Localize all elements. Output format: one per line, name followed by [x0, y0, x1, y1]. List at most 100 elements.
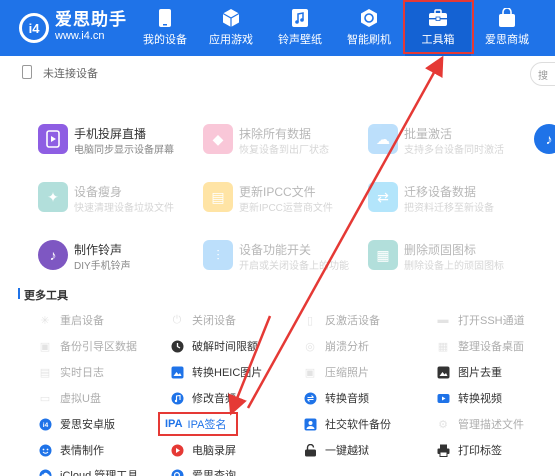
tool-label: 社交软件备份 [325, 419, 391, 431]
card-title: 抹除所有数据 [239, 127, 312, 141]
nav-label: 智能刷机 [347, 34, 391, 46]
image-icon [436, 365, 450, 379]
tool-crack-time-limit[interactable]: 破解时间限额 [170, 337, 258, 355]
tool-label: 一键越狱 [325, 445, 369, 457]
tool-convert-video[interactable]: 转换视频 [436, 389, 502, 407]
nav-my-device[interactable]: 我的设备 [132, 0, 198, 56]
shopping-bag-icon [496, 7, 518, 29]
tool-label: 转换视频 [458, 393, 502, 405]
music-note-partial-icon: ♪ [534, 124, 555, 154]
deactivate-icon: ▯ [306, 314, 314, 327]
tool-i4-query[interactable]: 爱思查询 [170, 466, 236, 476]
nav-label: 我的设备 [143, 34, 187, 46]
nav-label: 铃声壁纸 [278, 34, 322, 46]
card-title: 设备瘦身 [74, 185, 123, 199]
tool-label: 管理描述文件 [458, 419, 524, 431]
nav-ringtones-wallpapers[interactable]: 铃声壁纸 [267, 0, 333, 56]
query-icon [170, 468, 184, 476]
refresh-icon [358, 7, 380, 29]
nav-apps-games[interactable]: 应用游戏 [198, 0, 264, 56]
backup-icon: ▣ [39, 340, 51, 353]
tool-print-label[interactable]: 打印标签 [436, 441, 502, 459]
tool-virtual-usb[interactable]: ▭ 虚拟U盘 [38, 389, 101, 407]
card-update-ipcc[interactable]: ▤ 更新IPCC文件 更新IPCC运营商文件 [203, 180, 368, 220]
tool-restart-device[interactable]: ✳ 重启设备 [38, 311, 104, 329]
tool-convert-audio[interactable]: 转换音频 [303, 389, 369, 407]
android-icon: i4 [38, 417, 52, 431]
svg-text:i4: i4 [42, 422, 48, 429]
tool-label: 崩溃分析 [325, 341, 369, 353]
tool-icloud-manager[interactable]: iCloud 管理工具 [38, 466, 138, 476]
music-note-icon: ♪ [38, 240, 68, 270]
heic-icon [170, 365, 184, 379]
tool-organize-desktop[interactable]: ▦ 整理设备桌面 [436, 337, 524, 355]
card-subtitle: DIY手机铃声 [74, 261, 131, 272]
tool-backup-boot[interactable]: ▣ 备份引导区数据 [38, 337, 137, 355]
card-batch-activate[interactable]: ☁ 批量激活 支持多台设备同时激活 [368, 122, 533, 162]
tool-label: iCloud 管理工具 [60, 470, 139, 476]
card-title: 迁移设备数据 [404, 185, 477, 199]
tool-label: 虚拟U盘 [60, 393, 101, 405]
tool-deactivate-device[interactable]: ▯ 反激活设备 [303, 311, 380, 329]
record-icon [170, 443, 184, 457]
migrate-icon: ⇄ [368, 182, 398, 212]
tool-convert-heic[interactable]: 转换HEIC图片 [170, 363, 262, 381]
card-screen-mirror[interactable]: 手机投屏直播 电脑同步显示设备屏幕 [38, 122, 203, 162]
card-make-ringtone[interactable]: ♪ 制作铃声 DIY手机铃声 [38, 238, 203, 278]
tool-shutdown-device[interactable]: ⏻ 关闭设备 [170, 311, 236, 329]
audio-icon [170, 391, 184, 405]
card-subtitle: 把资料迁移至新设备 [404, 203, 494, 214]
card-title: 批量激活 [404, 127, 453, 141]
tool-label: 反激活设备 [325, 315, 380, 327]
tool-label: 压缩照片 [325, 367, 369, 379]
music-file-icon [289, 7, 311, 29]
card-delete-icons[interactable]: ▦ 删除顽固图标 删除设备上的顽固图标 [368, 238, 533, 278]
ipa-sign-highlight-annotation [158, 412, 238, 436]
log-icon: ▤ [39, 366, 51, 379]
card-feature-switch[interactable]: ⫶ 设备功能开关 开启或关闭设备上的功能 [203, 238, 368, 278]
tool-manage-profiles[interactable]: ⚙ 管理描述文件 [436, 415, 524, 433]
tool-label: 实时日志 [60, 367, 104, 379]
device-phone-icon [22, 65, 32, 79]
toolbox-highlight-annotation [403, 0, 474, 54]
i4-logo[interactable]: i4 [14, 10, 54, 46]
card-migrate-data[interactable]: ⇄ 迁移设备数据 把资料迁移至新设备 [368, 180, 533, 220]
nav-store[interactable]: 爱思商城 [474, 0, 540, 56]
brand: 爱思助手 www.i4.cn [55, 10, 127, 43]
phone-icon [154, 7, 176, 29]
tool-label: 爱思查询 [192, 470, 236, 476]
tool-label: 转换音频 [325, 393, 369, 405]
tool-one-click-jailbreak[interactable]: 一键越狱 [303, 441, 369, 459]
activate-icon: ☁ [368, 124, 398, 154]
nav-label: 爱思商城 [485, 34, 529, 46]
tool-android-version[interactable]: i4 爱思安卓版 [38, 415, 115, 433]
card-partial-music[interactable]: ♪ [534, 122, 555, 162]
nav-label: 应用游戏 [209, 34, 253, 46]
tool-realtime-log[interactable]: ▤ 实时日志 [38, 363, 104, 381]
section-title-more-tools: 更多工具 [18, 287, 68, 303]
tool-social-backup[interactable]: 社交软件备份 [303, 415, 391, 433]
search-placeholder: 搜 [538, 71, 548, 82]
tool-make-emoji[interactable]: 表情制作 [38, 441, 104, 459]
compress-icon: ▣ [304, 366, 316, 379]
card-erase-data[interactable]: ◆ 抹除所有数据 恢复设备到出厂状态 [203, 122, 368, 162]
device-status-bar: 未连接设备 [0, 56, 555, 88]
tool-crash-analysis[interactable]: ◎ 崩溃分析 [303, 337, 369, 355]
jailbreak-icon [303, 443, 317, 457]
desktop-icon: ▦ [437, 340, 449, 353]
brand-url: www.i4.cn [55, 30, 105, 42]
card-title: 更新IPCC文件 [239, 185, 316, 199]
search-input[interactable]: 搜 [530, 62, 555, 86]
video-icon [436, 391, 450, 405]
tool-compress-photos[interactable]: ▣ 压缩照片 [303, 363, 369, 381]
tool-edit-audio[interactable]: 修改音频 [170, 389, 236, 407]
emoji-icon [38, 443, 52, 457]
card-device-slim[interactable]: ✦ 设备瘦身 快速清理设备垃圾文件 [38, 180, 203, 220]
tool-screen-record[interactable]: 电脑录屏 [170, 441, 236, 459]
tool-label: 备份引导区数据 [60, 341, 137, 353]
tool-open-ssh[interactable]: ▬ 打开SSH通道 [436, 311, 525, 329]
card-subtitle: 开启或关闭设备上的功能 [239, 261, 349, 272]
broom-icon: ✦ [38, 182, 68, 212]
tool-image-dedupe[interactable]: 图片去重 [436, 363, 502, 381]
nav-smart-flash[interactable]: 智能刷机 [336, 0, 402, 56]
